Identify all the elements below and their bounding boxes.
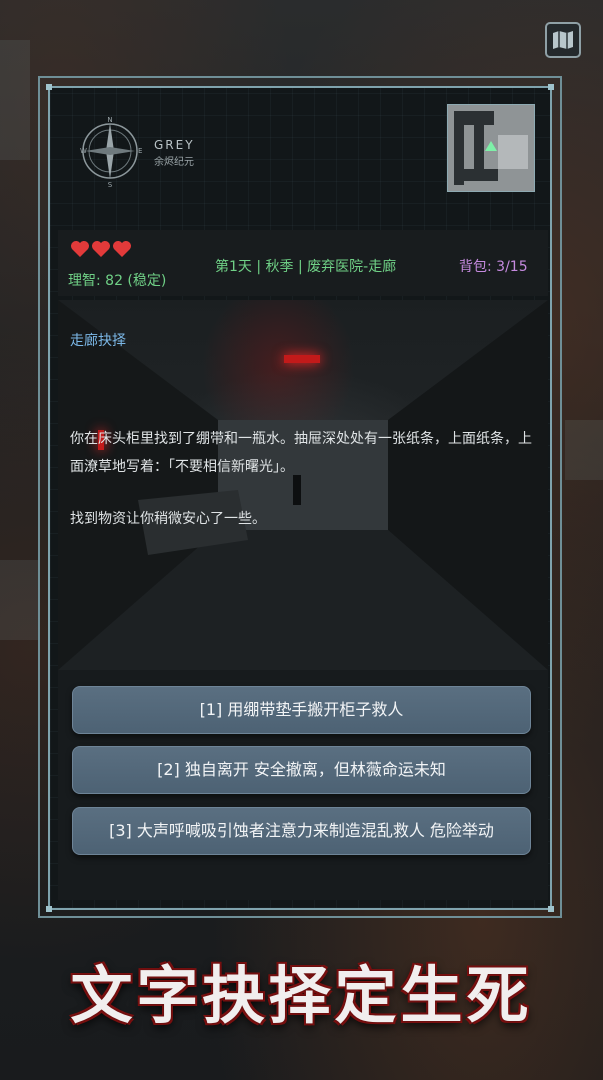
svg-text:W: W (80, 147, 87, 155)
choice-button-1[interactable]: [1] 用绷带垫手搬开柜子救人 (72, 686, 531, 734)
choice-button-2[interactable]: [2] 独自离开 安全撤离，但林薇命运未知 (72, 746, 531, 794)
scene-title: 走廊抉择 (70, 333, 126, 349)
minimap[interactable] (447, 104, 535, 192)
svg-text:N: N (107, 116, 112, 124)
heart-icon (71, 241, 89, 257)
frame-corner (46, 84, 52, 90)
svg-text:E: E (138, 147, 142, 155)
brand-name-cn: 余烬纪元 (154, 157, 194, 168)
sanity-value: 理智: 82 (稳定) (68, 273, 167, 289)
map-button[interactable] (545, 22, 581, 58)
background-glitch (565, 420, 603, 480)
map-icon (553, 31, 573, 49)
story-paragraph: 你在床头柜里找到了绷带和一瓶水。抽屉深处处有一张纸条，上面纸条，上面潦草地写着：… (70, 431, 532, 475)
background-glitch (0, 560, 40, 640)
heart-icon (92, 241, 110, 257)
scene-image (58, 300, 548, 670)
background-glitch (0, 40, 30, 160)
promo-slogan: 文字抉择定生死 (70, 959, 533, 1032)
frame-corner (548, 906, 554, 912)
story-paragraph: 找到物资让你稍微安心了一些。 (70, 511, 266, 527)
choice-button-3[interactable]: [3] 大声呼喊吸引蚀者注意力来制造混乱救人 危险举动 (72, 807, 531, 855)
frame-corner (548, 84, 554, 90)
brand-name-en: GREY (154, 138, 195, 152)
heart-icon (113, 241, 131, 257)
health-hearts (70, 240, 132, 258)
day-location: 第1天 | 秋季 | 废弃医院-走廊 (215, 259, 397, 275)
frame-corner (46, 906, 52, 912)
svg-text:S: S (108, 181, 113, 187)
compass-icon: N S W E (80, 116, 142, 187)
inventory-count[interactable]: 背包: 3/15 (459, 256, 528, 276)
red-light (284, 355, 320, 363)
